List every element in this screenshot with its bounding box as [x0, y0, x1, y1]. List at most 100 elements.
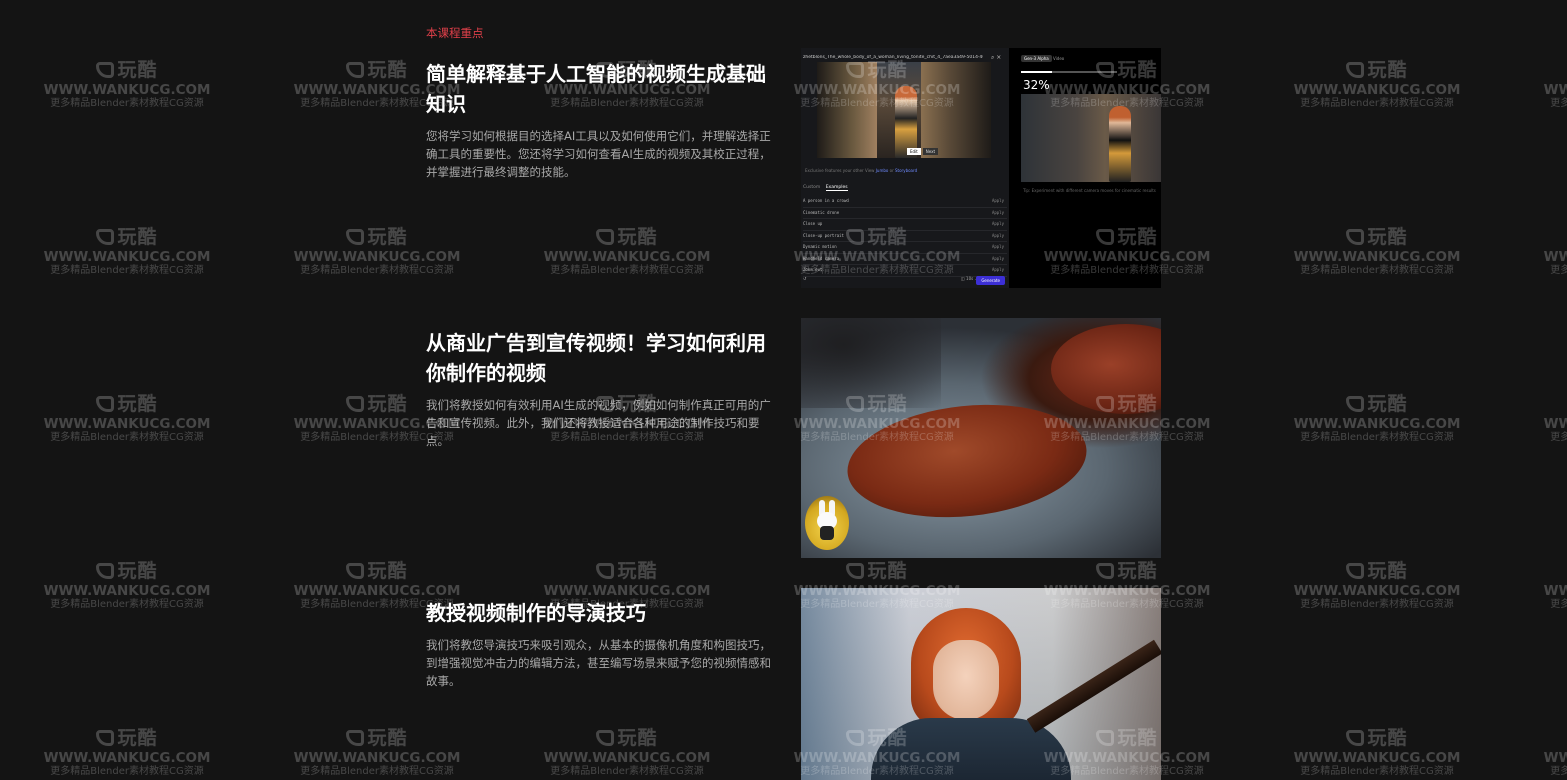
- burger-patty-image: [801, 318, 1161, 558]
- watermark-subtitle: 更多精品Blender素材教程CG资源: [300, 265, 454, 276]
- list-item: Zoom out Apply: [803, 265, 1007, 277]
- watermark-logo-icon: 玩酷: [1292, 55, 1462, 82]
- watermark-logo-icon: 玩酷: [542, 222, 712, 249]
- watermark-logo-icon: 玩酷: [42, 222, 212, 249]
- highlight-block-directing: 教授视频制作的导演技巧 我们将教您导演技巧来吸引观众，从基本的摄像机角度和构图技…: [426, 598, 782, 690]
- watermark: 玩酷WWW.WANKUCG.COM更多精品Blender素材教程CG资源: [42, 55, 212, 110]
- smoke: [801, 318, 941, 408]
- watermark: 玩酷WWW.WANKUCG.COM更多精品Blender素材教程CG资源: [1292, 556, 1462, 611]
- output-preview: [1021, 94, 1161, 182]
- watermark: 玩酷WWW.WANKUCG.COM更多精品Blender素材教程CG资源: [1292, 723, 1462, 778]
- watermark: 玩酷WWW.WANKUCG.COM更多精品Blender素材教程CG资源: [1542, 723, 1567, 778]
- watermark: 玩酷WWW.WANKUCG.COM更多精品Blender素材教程CG资源: [1542, 55, 1567, 110]
- watermark-subtitle: 更多精品Blender素材教程CG资源: [1300, 599, 1454, 610]
- watermark-subtitle: 更多精品Blender素材教程CG资源: [1300, 265, 1454, 276]
- search-icon: ⌕: [991, 54, 995, 61]
- watermark-subtitle: 更多精品Blender素材教程CG资源: [50, 265, 204, 276]
- close-icon: ×: [996, 54, 1002, 61]
- watermark-url: WWW.WANKUCG.COM: [1543, 82, 1567, 98]
- watermark-logo-icon: 玩酷: [1542, 723, 1567, 750]
- watermark-logo-icon: 玩酷: [1542, 222, 1567, 249]
- list-item: Cinematic drone Apply: [803, 208, 1007, 219]
- watermark-url: WWW.WANKUCG.COM: [43, 583, 211, 599]
- watermark-logo-icon: 玩酷: [1292, 222, 1462, 249]
- section-label: 本课程重点: [426, 26, 484, 40]
- reset-icon: ↺: [803, 276, 807, 281]
- watermark: 玩酷WWW.WANKUCG.COM更多精品Blender素材教程CG资源: [292, 222, 462, 277]
- highlight-title: 从商业广告到宣传视频！学习如何利用你制作的视频: [426, 331, 766, 385]
- output-note: Tip: Experiment with different camera mo…: [1023, 188, 1156, 193]
- highlight-description: 我们将教您导演技巧来吸引观众，从基本的摄像机角度和构图技巧，到增强视觉冲击力的编…: [426, 638, 771, 688]
- watermark-logo-icon: 玩酷: [292, 556, 462, 583]
- video-next-button: Next: [922, 148, 939, 155]
- watermark-url: WWW.WANKUCG.COM: [1543, 249, 1567, 265]
- prompt-tabs: Custom Examples: [803, 185, 848, 191]
- watermark-url: WWW.WANKUCG.COM: [543, 583, 711, 599]
- watermark-logo-icon: 玩酷: [292, 723, 462, 750]
- watermark-subtitle: 更多精品Blender素材教程CG资源: [1550, 599, 1567, 610]
- rabbit-avatar-badge: [805, 496, 849, 550]
- guitar-player-image: [801, 588, 1161, 780]
- watermark-subtitle: 更多精品Blender素材教程CG资源: [50, 766, 204, 777]
- tool-bottom-bar: ↺ ◫ 10s ⌄ Generate: [803, 276, 1007, 288]
- watermark-subtitle: 更多精品Blender素材教程CG资源: [50, 599, 204, 610]
- watermark: 玩酷WWW.WANKUCG.COM更多精品Blender素材教程CG资源: [42, 723, 212, 778]
- progress-percent: 32%: [1023, 78, 1050, 92]
- list-item: Dynamic motion Apply: [803, 242, 1007, 254]
- watermark-url: WWW.WANKUCG.COM: [1293, 82, 1461, 98]
- highlight-description: 您将学习如何根据目的选择AI工具以及如何使用它们，并理解选择正确工具的重要性。您…: [426, 129, 771, 179]
- watermark: 玩酷WWW.WANKUCG.COM更多精品Blender素材教程CG资源: [1542, 556, 1567, 611]
- watermark: 玩酷WWW.WANKUCG.COM更多精品Blender素材教程CG资源: [42, 556, 212, 611]
- watermark: 玩酷WWW.WANKUCG.COM更多精品Blender素材教程CG资源: [1292, 55, 1462, 110]
- watermark-subtitle: 更多精品Blender素材教程CG资源: [1300, 766, 1454, 777]
- video-edit-button: Edit: [907, 148, 921, 155]
- generate-button: Generate: [976, 276, 1005, 285]
- watermark: 玩酷WWW.WANKUCG.COM更多精品Blender素材教程CG资源: [292, 723, 462, 778]
- watermark: 玩酷WWW.WANKUCG.COM更多精品Blender素材教程CG资源: [1542, 389, 1567, 444]
- list-item: Handheld camera Apply: [803, 254, 1007, 265]
- watermark-url: WWW.WANKUCG.COM: [43, 82, 211, 98]
- watermark: 玩酷WWW.WANKUCG.COM更多精品Blender素材教程CG资源: [1542, 222, 1567, 277]
- watermark-url: WWW.WANKUCG.COM: [43, 416, 211, 432]
- watermark-subtitle: 更多精品Blender素材教程CG资源: [1550, 432, 1567, 443]
- watermark-subtitle: 更多精品Blender素材教程CG资源: [550, 265, 704, 276]
- tab-video: Video: [1053, 56, 1065, 61]
- highlight-block-commercial-use: 从商业广告到宣传视频！学习如何利用你制作的视频 我们将教授如何有效利用AI生成的…: [426, 328, 782, 450]
- watermark-logo-icon: 玩酷: [1542, 556, 1567, 583]
- course-highlights-page: 本课程重点 简单解释基于人工智能的视频生成基础知识 您将学习如何根据目的选择AI…: [0, 0, 1567, 780]
- watermark-logo-icon: 玩酷: [42, 55, 212, 82]
- watermark-subtitle: 更多精品Blender素材教程CG资源: [1300, 432, 1454, 443]
- tab-custom: Custom: [803, 185, 821, 190]
- watermark-url: WWW.WANKUCG.COM: [43, 750, 211, 766]
- tab-examples: Examples: [825, 185, 848, 191]
- watermark: 玩酷WWW.WANKUCG.COM更多精品Blender素材教程CG资源: [542, 222, 712, 277]
- watermark-url: WWW.WANKUCG.COM: [293, 750, 461, 766]
- video-preview: Edit Next: [817, 62, 991, 158]
- watermark-url: WWW.WANKUCG.COM: [1293, 583, 1461, 599]
- list-item: A person in a crowd Apply: [803, 196, 1007, 208]
- watermark-url: WWW.WANKUCG.COM: [293, 249, 461, 265]
- watermark-subtitle: 更多精品Blender素材教程CG资源: [50, 98, 204, 109]
- tool-output-panel: Gen-3 Alpha Video 32% Tip: Experiment wi…: [1009, 48, 1161, 288]
- watermark-logo-icon: 玩酷: [1042, 556, 1212, 583]
- output-tabs: Gen-3 Alpha Video: [1021, 55, 1065, 62]
- watermark-logo-icon: 玩酷: [42, 723, 212, 750]
- progress-bar: [1021, 71, 1117, 73]
- highlight-title: 简单解释基于人工智能的视频生成基础知识: [426, 62, 766, 116]
- watermark: 玩酷WWW.WANKUCG.COM更多精品Blender素材教程CG资源: [42, 389, 212, 444]
- watermark-logo-icon: 玩酷: [292, 222, 462, 249]
- watermark-logo-icon: 玩酷: [542, 556, 712, 583]
- watermark-subtitle: 更多精品Blender素材教程CG资源: [1550, 265, 1567, 276]
- watermark-subtitle: 更多精品Blender素材教程CG资源: [1300, 98, 1454, 109]
- highlight-block-ai-basics: 简单解释基于人工智能的视频生成基础知识 您将学习如何根据目的选择AI工具以及如何…: [426, 59, 782, 181]
- watermark-url: WWW.WANKUCG.COM: [1543, 750, 1567, 766]
- tool-caption: Exclusive features your other View Jumbo…: [805, 168, 918, 173]
- file-name: zhetblons_The_whole_body_of_a_woman_livi…: [803, 55, 983, 60]
- watermark-subtitle: 更多精品Blender素材教程CG资源: [550, 766, 704, 777]
- watermark-url: WWW.WANKUCG.COM: [43, 249, 211, 265]
- watermark-subtitle: 更多精品Blender素材教程CG资源: [1550, 98, 1567, 109]
- watermark-logo-icon: 玩酷: [1542, 55, 1567, 82]
- highlight-title: 教授视频制作的导演技巧: [426, 601, 646, 625]
- watermark-logo-icon: 玩酷: [792, 556, 962, 583]
- watermark-url: WWW.WANKUCG.COM: [1293, 249, 1461, 265]
